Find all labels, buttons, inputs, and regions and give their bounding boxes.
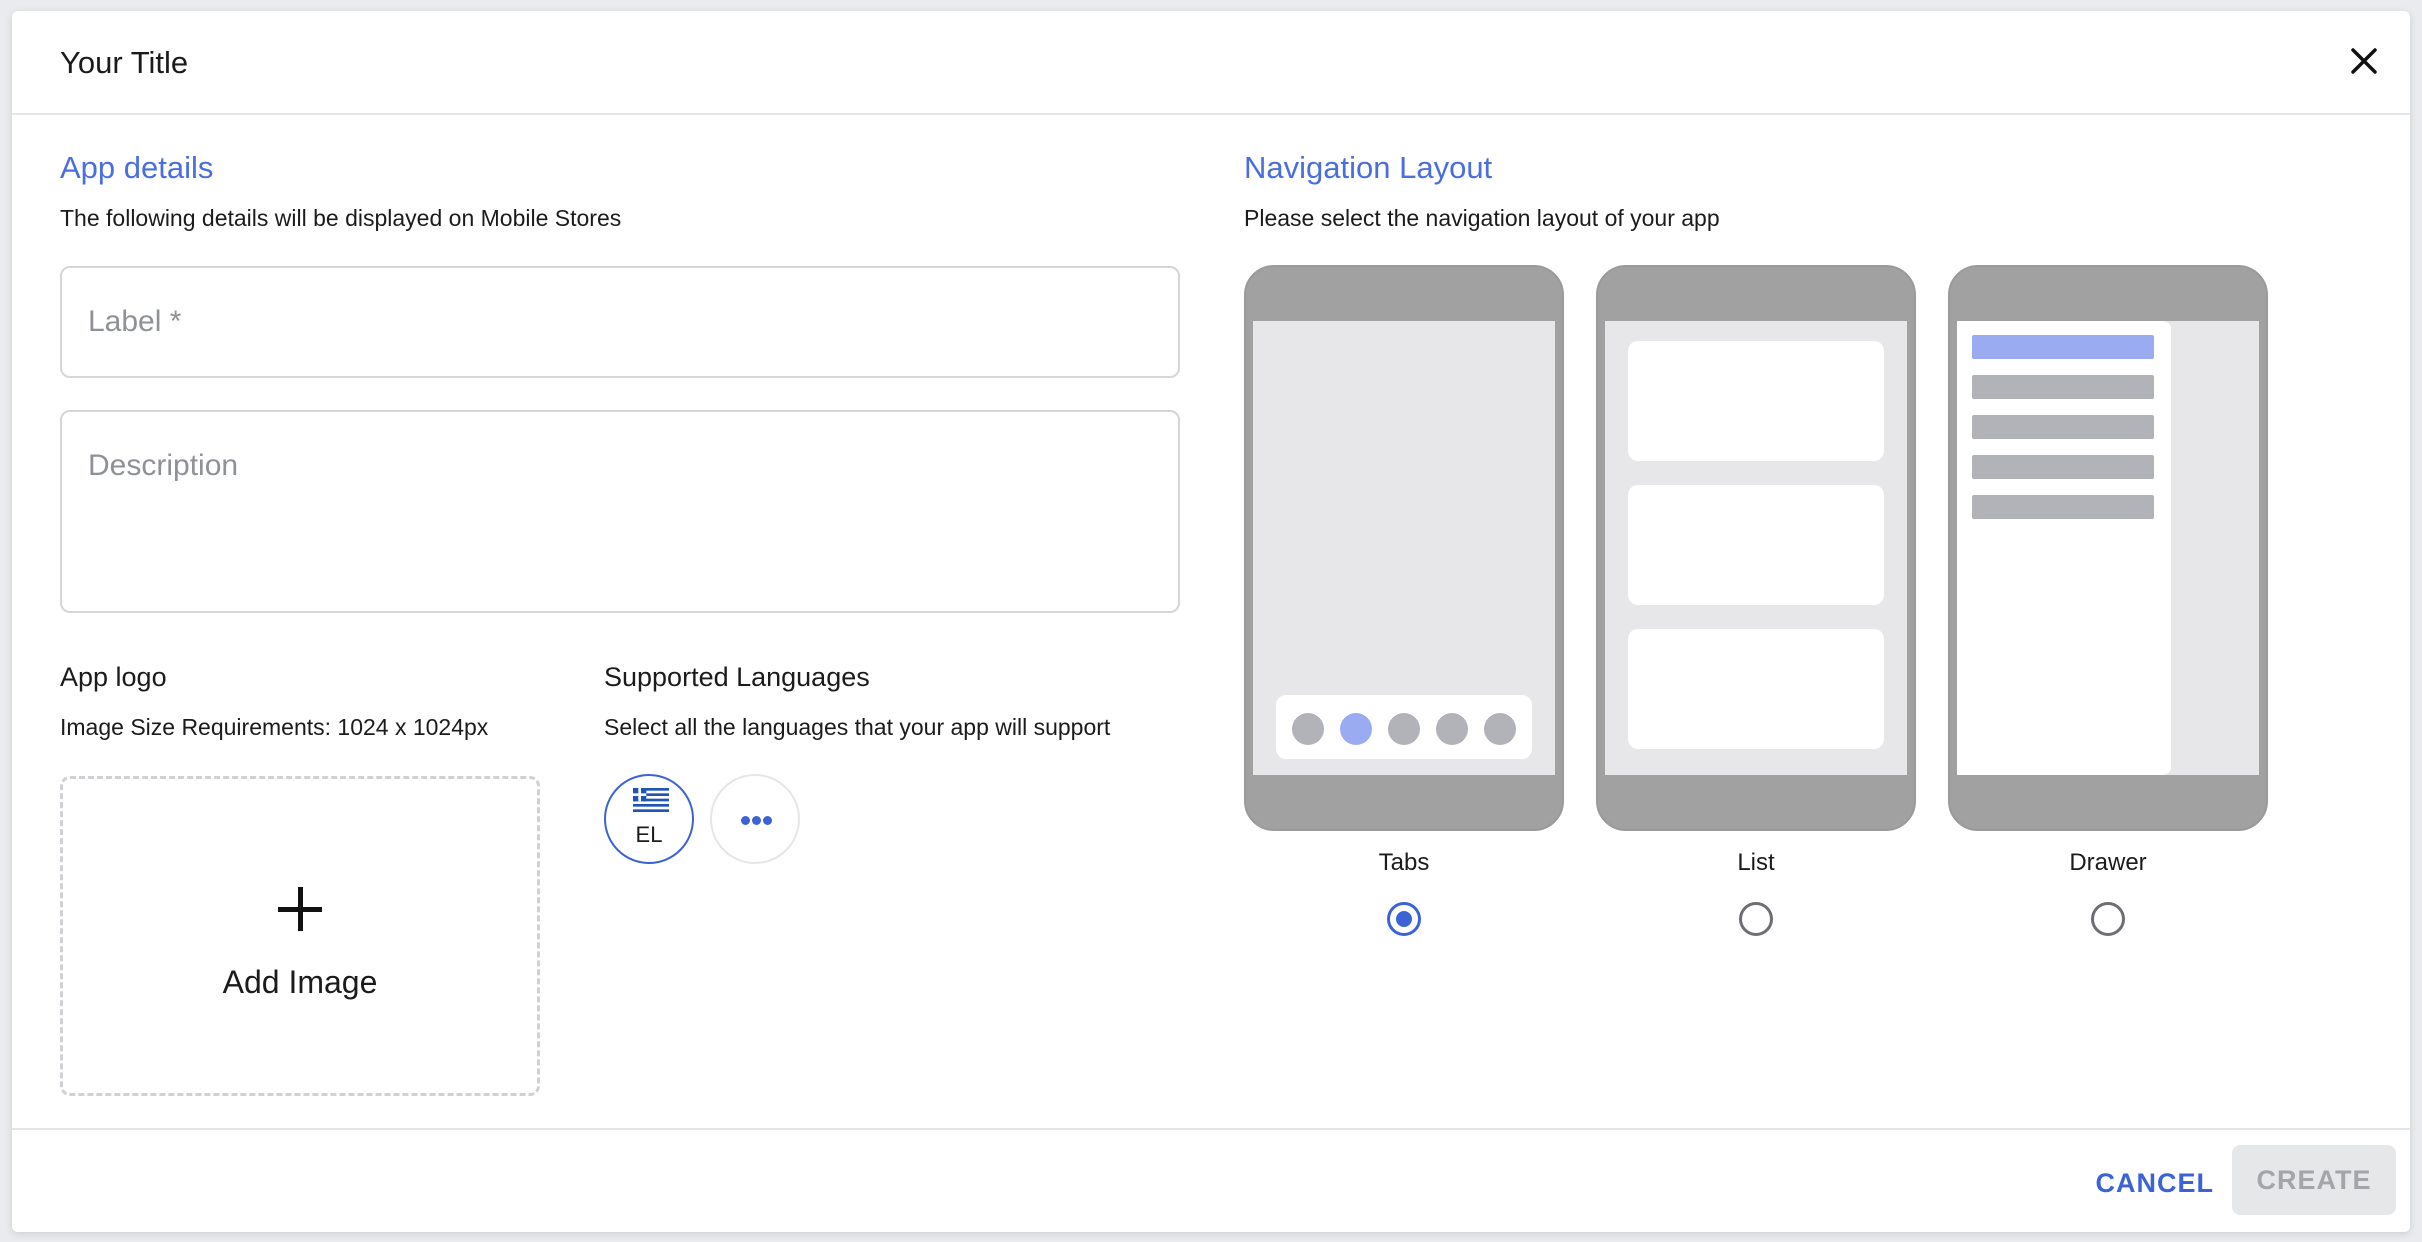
tab-dot bbox=[1388, 713, 1420, 745]
radio-tabs[interactable] bbox=[1387, 902, 1421, 936]
phone-screen bbox=[1253, 321, 1555, 775]
close-icon bbox=[2351, 48, 2377, 74]
layout-label-list: List bbox=[1737, 849, 1775, 876]
layout-preview-tabs[interactable] bbox=[1244, 265, 1564, 831]
close-button[interactable] bbox=[2344, 41, 2384, 81]
app-details-heading: App details bbox=[60, 150, 214, 185]
list-card-preview bbox=[1628, 629, 1884, 749]
navigation-layout-description: Please select the navigation layout of y… bbox=[1244, 205, 1720, 231]
tab-dot-active bbox=[1340, 713, 1372, 745]
language-chip-el[interactable]: EL bbox=[604, 774, 694, 864]
more-horizontal-icon bbox=[741, 816, 773, 826]
add-image-dropzone[interactable]: Add Image bbox=[60, 776, 540, 1096]
more-languages-button[interactable] bbox=[710, 774, 800, 864]
list-card-preview bbox=[1628, 485, 1884, 605]
label-input[interactable] bbox=[60, 266, 1180, 378]
plus-icon bbox=[278, 887, 322, 931]
phone-screen bbox=[1605, 321, 1907, 775]
radio-list[interactable] bbox=[1739, 902, 1773, 936]
navigation-layout-heading: Navigation Layout bbox=[1244, 150, 1493, 185]
tab-dot bbox=[1436, 713, 1468, 745]
tab-bar-preview bbox=[1276, 695, 1532, 759]
app-logo-heading: App logo bbox=[60, 662, 167, 692]
drawer-item bbox=[1972, 415, 2154, 439]
create-button[interactable]: CREATE bbox=[2232, 1145, 2396, 1215]
supported-languages-heading: Supported Languages bbox=[604, 662, 870, 692]
create-app-dialog: Your Title App details The following det… bbox=[12, 11, 2410, 1232]
tab-dot bbox=[1484, 713, 1516, 745]
app-logo-requirements: Image Size Requirements: 1024 x 1024px bbox=[60, 714, 489, 740]
dialog-header: Your Title bbox=[12, 11, 2410, 115]
dialog-footer: CANCEL CREATE bbox=[12, 1128, 2410, 1232]
layout-preview-drawer[interactable] bbox=[1948, 265, 2268, 831]
phone-screen bbox=[1957, 321, 2259, 775]
drawer-item bbox=[1972, 495, 2154, 519]
language-code: EL bbox=[635, 822, 663, 847]
radio-drawer[interactable] bbox=[2091, 902, 2125, 936]
greece-flag-icon bbox=[633, 788, 669, 812]
drawer-item bbox=[1972, 455, 2154, 479]
cancel-button[interactable]: CANCEL bbox=[2096, 1168, 2215, 1199]
drawer-panel-preview bbox=[1957, 321, 2171, 775]
supported-languages-description: Select all the languages that your app w… bbox=[604, 714, 1111, 740]
layout-label-tabs: Tabs bbox=[1378, 849, 1430, 876]
tab-dot bbox=[1292, 713, 1324, 745]
list-card-preview bbox=[1628, 341, 1884, 461]
layout-preview-list[interactable] bbox=[1596, 265, 1916, 831]
layout-label-drawer: Drawer bbox=[2069, 849, 2147, 876]
drawer-item bbox=[1972, 375, 2154, 399]
app-details-description: The following details will be displayed … bbox=[60, 205, 622, 231]
add-image-label: Add Image bbox=[222, 964, 378, 1000]
description-textarea[interactable] bbox=[60, 410, 1180, 613]
drawer-item-active bbox=[1972, 335, 2154, 359]
dialog-title: Your Title bbox=[60, 45, 189, 80]
